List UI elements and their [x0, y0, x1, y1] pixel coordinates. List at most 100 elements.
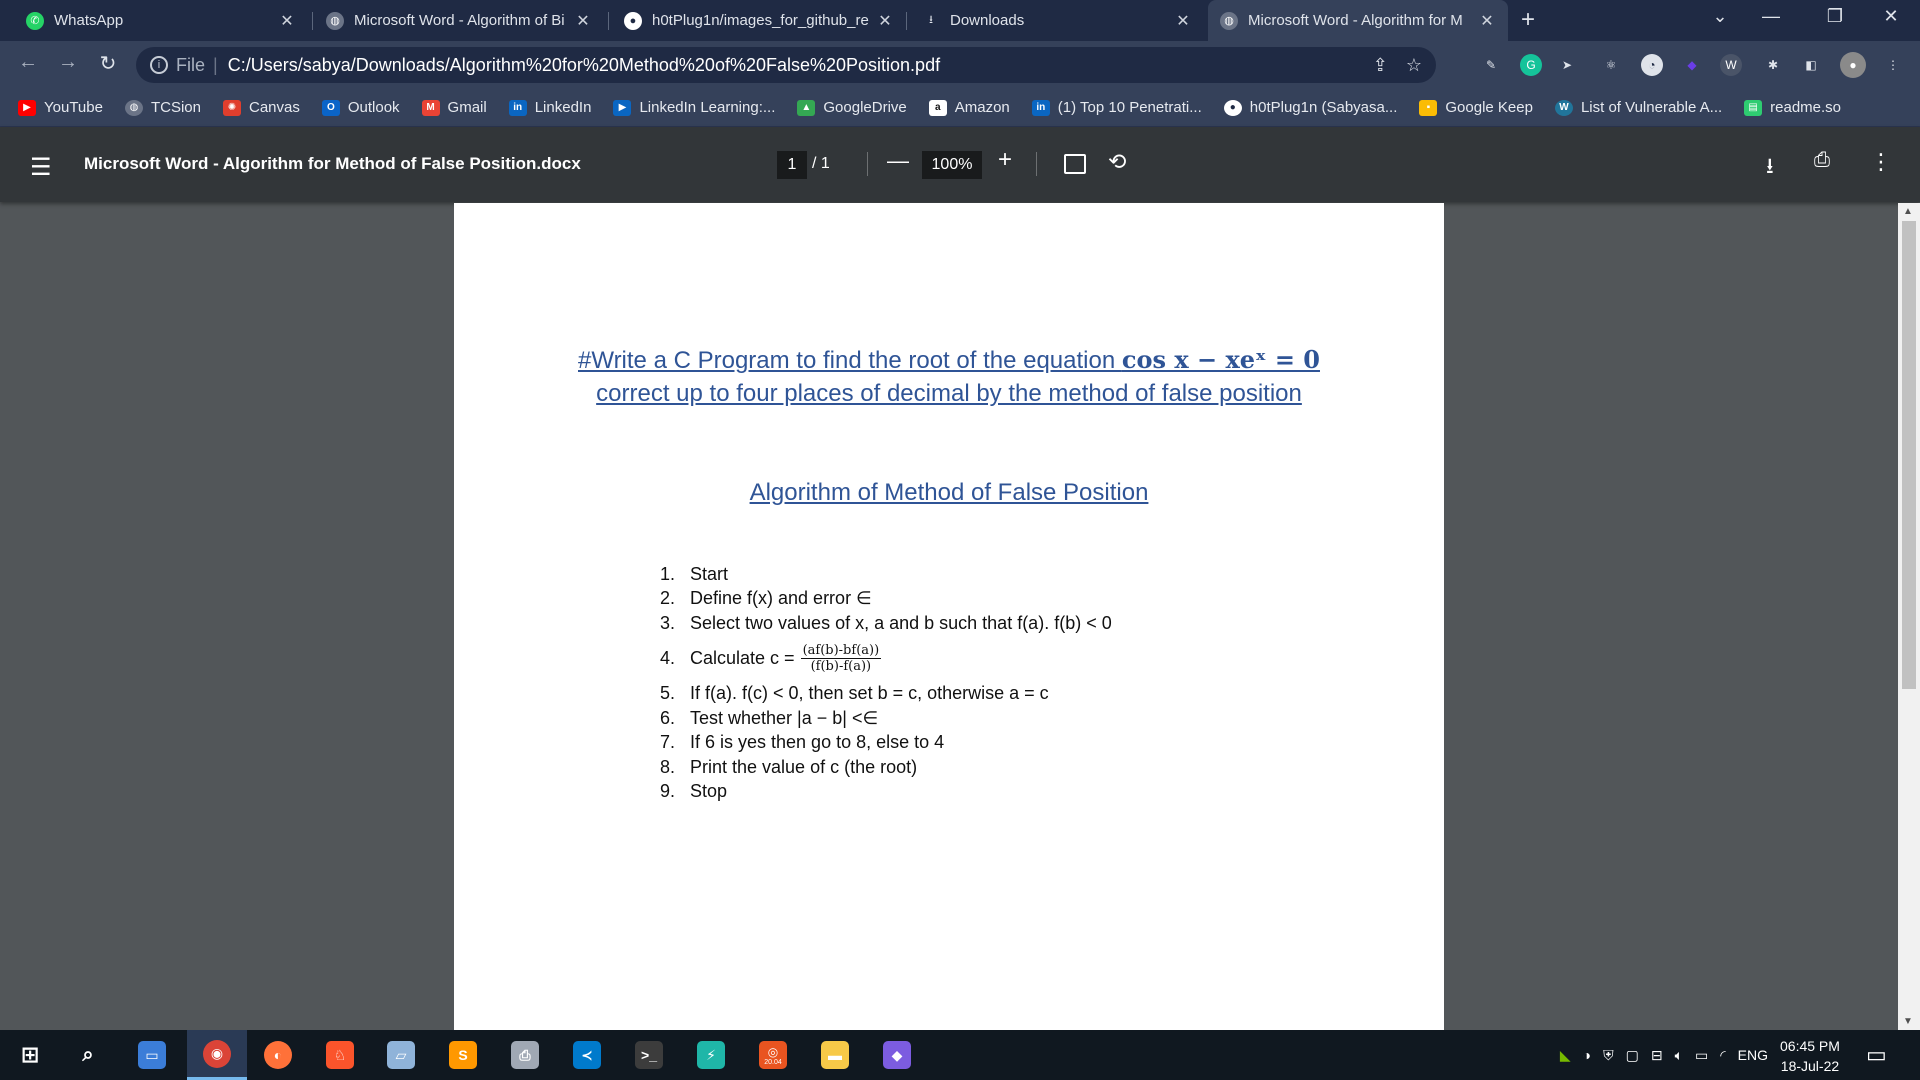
close-icon[interactable]: ✕ — [278, 11, 296, 31]
linkedin-icon: in — [1031, 99, 1050, 116]
bookmark-googledrive[interactable]: ▲ GoogleDrive — [797, 99, 907, 116]
taskbar-obsidian[interactable]: ◆ — [871, 1030, 923, 1080]
tab-whatsapp[interactable]: ✆ WhatsApp ✕ — [14, 0, 308, 41]
tab-github-images[interactable]: ● h0tPlug1n/images_for_github_re ✕ — [612, 0, 906, 41]
diamond-extension-icon[interactable]: ◆ — [1681, 54, 1703, 76]
bookmark-google-keep[interactable]: ▪ Google Keep — [1419, 99, 1533, 116]
scroll-up-arrow-icon[interactable]: ▲ — [1903, 206, 1913, 217]
bookmark-label: readme.so — [1770, 99, 1842, 116]
security-shield-icon[interactable]: ⛨ — [1603, 1047, 1614, 1064]
browser-menu-icon[interactable]: ⋮ — [1882, 54, 1904, 76]
google-drive-icon: ▲ — [797, 99, 816, 116]
forward-arrow-icon[interactable]: → — [54, 51, 82, 74]
info-icon[interactable]: i — [150, 56, 168, 74]
close-icon[interactable]: ✕ — [574, 11, 592, 31]
notification-center-icon[interactable]: ▭ — [1866, 1042, 1887, 1068]
more-actions-icon[interactable]: ⋮ — [1870, 149, 1892, 175]
taskbar-brave[interactable]: ♘ — [314, 1030, 366, 1080]
tab-title: Microsoft Word - Algorithm for M — [1248, 12, 1463, 29]
zoom-level-input[interactable]: 100% — [922, 151, 982, 179]
pen-extension-icon[interactable]: ✎ — [1480, 54, 1502, 76]
bookmark-github-profile[interactable]: ● h0tPlug1n (Sabyasa... — [1223, 99, 1397, 116]
bookmark-linkedin-learning[interactable]: ▶ LinkedIn Learning:... — [613, 99, 775, 116]
taskbar-printer-app[interactable]: ⎙ — [499, 1030, 551, 1080]
taskbar-sublime[interactable]: S — [437, 1030, 489, 1080]
close-icon[interactable]: ✕ — [876, 11, 894, 31]
language-indicator[interactable]: ENG — [1738, 1047, 1768, 1063]
taskbar-notepad[interactable]: ▱ — [375, 1030, 427, 1080]
steam-icon[interactable]: ◑ — [1583, 1047, 1591, 1063]
side-panel-icon[interactable]: ◧ — [1800, 54, 1822, 76]
start-button[interactable]: ⊞ — [4, 1030, 56, 1080]
window-close-icon[interactable]: ✕ — [1876, 6, 1906, 27]
back-arrow-icon[interactable]: ← — [14, 51, 42, 74]
taskbar-firefox[interactable]: ◐ — [252, 1030, 304, 1080]
zoom-out-button[interactable]: — — [887, 148, 909, 174]
wordpress-extension-icon[interactable]: W — [1720, 54, 1742, 76]
bookmark-outlook[interactable]: O Outlook — [321, 99, 400, 116]
grammarly-icon[interactable]: G — [1520, 54, 1542, 76]
close-icon[interactable]: ✕ — [1174, 11, 1192, 31]
bookmark-tcsion[interactable]: ◍ TCSion — [124, 99, 201, 116]
download-icon[interactable]: ⭳ — [1766, 149, 1774, 187]
react-devtools-icon[interactable]: ⚛ — [1600, 54, 1622, 76]
fraction-numerator: (af(b)-bf(a)) — [800, 643, 882, 659]
rotate-icon[interactable]: ⟲ — [1108, 149, 1126, 175]
bookmark-canvas[interactable]: ✺ Canvas — [222, 99, 300, 116]
terminal-icon: >_ — [635, 1041, 663, 1069]
bookmark-linkedin[interactable]: in LinkedIn — [508, 99, 591, 116]
zoom-in-button[interactable]: + — [998, 146, 1012, 174]
step-number: 1. — [660, 563, 676, 584]
chat-extension-icon[interactable]: ◔ — [1641, 54, 1663, 76]
print-icon[interactable]: ⎙ — [1814, 149, 1830, 172]
taskbar-vscode[interactable]: ≺ — [561, 1030, 613, 1080]
share-icon[interactable]: ⇪ — [1373, 55, 1388, 76]
tab-divider — [906, 12, 907, 30]
taskbar-ubuntu[interactable]: ◎ 20.04 — [747, 1030, 799, 1080]
omnibox-actions: ⇪ ☆ — [1373, 55, 1422, 76]
tab-word-algorithm-active[interactable]: ◍ Microsoft Word - Algorithm for M ✕ — [1208, 0, 1508, 41]
bookmark-youtube[interactable]: ▶ YouTube — [18, 99, 103, 116]
tab-downloads[interactable]: ⭳ Downloads ✕ — [910, 0, 1204, 41]
fit-to-page-icon[interactable] — [1064, 154, 1086, 174]
extensions-puzzle-icon[interactable]: ✱ — [1762, 54, 1784, 76]
tab-search-icon[interactable]: ⌄ — [1705, 6, 1735, 27]
bookmark-gmail[interactable]: M Gmail — [421, 99, 487, 116]
bookmark-star-icon[interactable]: ☆ — [1406, 55, 1422, 76]
scroll-thumb[interactable] — [1902, 221, 1916, 689]
url-text[interactable]: C:/Users/sabya/Downloads/Algorithm%20for… — [228, 55, 940, 76]
scroll-down-arrow-icon[interactable]: ▼ — [1903, 1016, 1913, 1027]
address-bar[interactable]: i File | C:/Users/sabya/Downloads/Algori… — [136, 47, 1436, 83]
volume-icon[interactable]: 🔈︎ — [1675, 1047, 1683, 1064]
wifi-icon[interactable]: ◜ — [1720, 1047, 1725, 1064]
network-icon[interactable]: ⊟ — [1651, 1047, 1663, 1064]
minimize-icon[interactable]: — — [1756, 6, 1786, 27]
cursor-extension-icon[interactable]: ➤ — [1556, 54, 1578, 76]
vscode-icon: ≺ — [573, 1041, 601, 1069]
hamburger-menu-icon[interactable]: ☰ — [30, 153, 52, 182]
taskbar-search[interactable]: ⌕ — [62, 1030, 114, 1080]
taskbar-chrome[interactable]: ◉ — [187, 1030, 247, 1080]
tab-word-algorithm-bi[interactable]: ◍ Microsoft Word - Algorithm of Bi ✕ — [314, 0, 604, 41]
bookmark-top10-penetration[interactable]: in (1) Top 10 Penetrati... — [1031, 99, 1202, 116]
battery-icon[interactable]: ▭ — [1695, 1047, 1708, 1064]
bookmark-vulnerable-apps[interactable]: W List of Vulnerable A... — [1554, 99, 1722, 116]
nvidia-icon[interactable]: ◣ — [1560, 1047, 1571, 1064]
profile-avatar[interactable]: ● — [1840, 52, 1866, 78]
bookmark-amazon[interactable]: a Amazon — [928, 99, 1010, 116]
taskbar-file-explorer[interactable]: ▬ — [809, 1030, 861, 1080]
page-number-input[interactable]: 1 — [777, 151, 807, 179]
restore-icon[interactable]: ❐ — [1820, 6, 1850, 27]
ubuntu-version-badge: 20.04 — [764, 1058, 782, 1066]
taskbar-network-drive[interactable]: ▭ — [126, 1030, 178, 1080]
close-icon[interactable]: ✕ — [1478, 11, 1496, 31]
taskbar-terminal[interactable]: >_ — [623, 1030, 675, 1080]
device-icon[interactable]: ▢ — [1626, 1047, 1639, 1064]
new-tab-button[interactable]: + — [1521, 6, 1535, 34]
bookmark-readme-so[interactable]: ▤ readme.so — [1744, 99, 1841, 116]
taskbar-clock[interactable]: 06:45 PM 18-Jul-22 — [1780, 1036, 1840, 1076]
taskbar-app[interactable]: ⚡ — [685, 1030, 737, 1080]
reload-icon[interactable]: ↻ — [94, 51, 122, 76]
tab-title: WhatsApp — [54, 12, 124, 29]
vertical-scrollbar[interactable]: ▲ ▼ — [1898, 203, 1920, 1030]
